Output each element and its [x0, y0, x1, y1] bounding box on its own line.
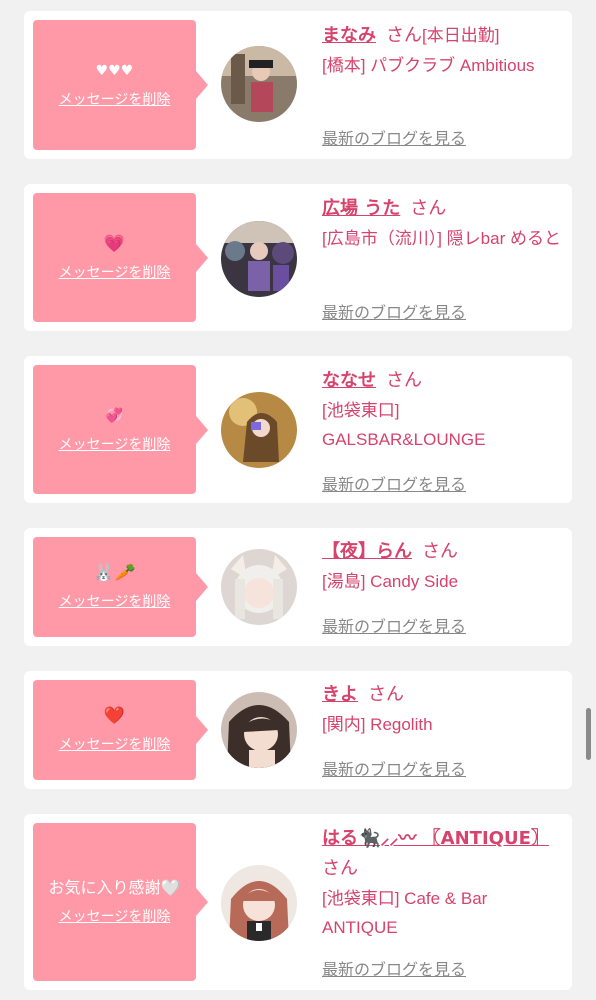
message-text: お気に入り感謝🤍	[48, 878, 181, 897]
delete-message-link[interactable]: メッセージを削除	[59, 591, 171, 611]
latest-blog-link[interactable]: 最新のブログを見る	[322, 956, 466, 980]
cast-name-link[interactable]: きよ	[322, 684, 358, 705]
delete-message-link[interactable]: メッセージを削除	[59, 434, 171, 454]
shop-name: [関内] Regolith	[322, 715, 433, 734]
delete-message-link[interactable]: メッセージを削除	[59, 89, 171, 109]
avatar[interactable]	[221, 692, 297, 768]
message-text: 💗	[103, 233, 126, 254]
cast-info: 広場 うた さん [広島市（流川）] 隠レbar めると	[322, 194, 562, 253]
cast-info: ななせ さん [池袋東口] GALSBAR&LOUNGE	[322, 366, 547, 454]
latest-blog-link[interactable]: 最新のブログを見る	[322, 299, 466, 323]
honorific: さん	[386, 370, 422, 391]
honorific: さん	[368, 684, 404, 705]
honorific: さん	[410, 198, 447, 219]
message-bubble: ♥♥♥ メッセージを削除	[33, 20, 208, 150]
latest-blog-link[interactable]: 最新のブログを見る	[322, 471, 466, 495]
cast-name-link[interactable]: まなみ	[322, 25, 376, 46]
latest-blog-link[interactable]: 最新のブログを見る	[322, 613, 466, 637]
honorific: さん	[422, 541, 458, 562]
scrollbar-thumb[interactable]	[586, 708, 591, 760]
avatar[interactable]	[221, 46, 297, 122]
latest-blog-link[interactable]: 最新のブログを見る	[322, 125, 466, 149]
message-bubble: 🐰🥕 メッセージを削除	[33, 537, 208, 637]
honorific: さん	[322, 858, 358, 879]
shop-name: [橋本] パブクラブ Ambitious	[322, 56, 535, 75]
honorific: さん	[386, 25, 422, 46]
delete-message-link[interactable]: メッセージを削除	[59, 906, 171, 926]
avatar[interactable]	[221, 392, 297, 468]
shop-name: [池袋東口] GALSBAR&LOUNGE	[322, 401, 486, 449]
favorite-card: お気に入り感謝🤍 メッセージを削除 はる🐈‍⬛⸝⸝〰︎ 〖ANTIQUE〗 さん…	[24, 814, 572, 990]
avatar[interactable]	[221, 865, 297, 941]
message-text: ♥♥♥	[95, 63, 134, 79]
delete-message-link[interactable]: メッセージを削除	[59, 262, 171, 282]
favorite-card: ♥♥♥ メッセージを削除 まなみ さん[本日出勤] [橋本] パブクラブ Ambi…	[24, 11, 572, 159]
avatar[interactable]	[221, 221, 297, 297]
message-bubble: ❤️ メッセージを削除	[33, 680, 208, 780]
cast-name-link[interactable]: はる🐈‍⬛⸝⸝〰︎ 〖ANTIQUE〗	[322, 828, 549, 849]
favorite-card: 💞 メッセージを削除 ななせ さん [池袋東口] GALSBAR&LOUNGE 最…	[24, 356, 572, 503]
cast-info: まなみ さん[本日出勤] [橋本] パブクラブ Ambitious	[322, 21, 562, 80]
message-bubble: お気に入り感謝🤍 メッセージを削除	[33, 823, 208, 981]
message-text: 🐰🥕	[93, 563, 136, 583]
message-text: 💞	[105, 407, 124, 424]
cast-info: はる🐈‍⬛⸝⸝〰︎ 〖ANTIQUE〗 さん [池袋東口] Cafe & Bar…	[322, 824, 562, 942]
latest-blog-link[interactable]: 最新のブログを見る	[322, 756, 466, 780]
shop-name: [広島市（流川）] 隠レbar めると	[322, 229, 561, 248]
cast-name-link[interactable]: 【夜】らん	[322, 541, 412, 562]
cast-info: 【夜】らん さん [湯島] Candy Side	[322, 537, 562, 596]
shop-name: [池袋東口] Cafe & Bar ANTIQUE	[322, 889, 488, 937]
shop-name: [湯島] Candy Side	[322, 572, 459, 591]
cast-name-link[interactable]: ななせ	[322, 370, 376, 391]
message-bubble: 💗 メッセージを削除	[33, 193, 208, 322]
favorite-card: 🐰🥕 メッセージを削除 【夜】らん さん [湯島] Candy Side 最新のブ…	[24, 528, 572, 646]
favorite-card: ❤️ メッセージを削除 きよ さん [関内] Regolith 最新のブログを見る	[24, 671, 572, 789]
status-label: [本日出勤]	[422, 26, 500, 45]
avatar[interactable]	[221, 549, 297, 625]
favorite-card: 💗 メッセージを削除 広場 うた さん [広島市（流川）] 隠レbar めると 最…	[24, 184, 572, 331]
message-bubble: 💞 メッセージを削除	[33, 365, 208, 494]
message-text: ❤️	[103, 706, 126, 726]
delete-message-link[interactable]: メッセージを削除	[59, 734, 171, 754]
cast-name-link[interactable]: 広場 うた	[322, 198, 400, 219]
cast-info: きよ さん [関内] Regolith	[322, 680, 562, 739]
